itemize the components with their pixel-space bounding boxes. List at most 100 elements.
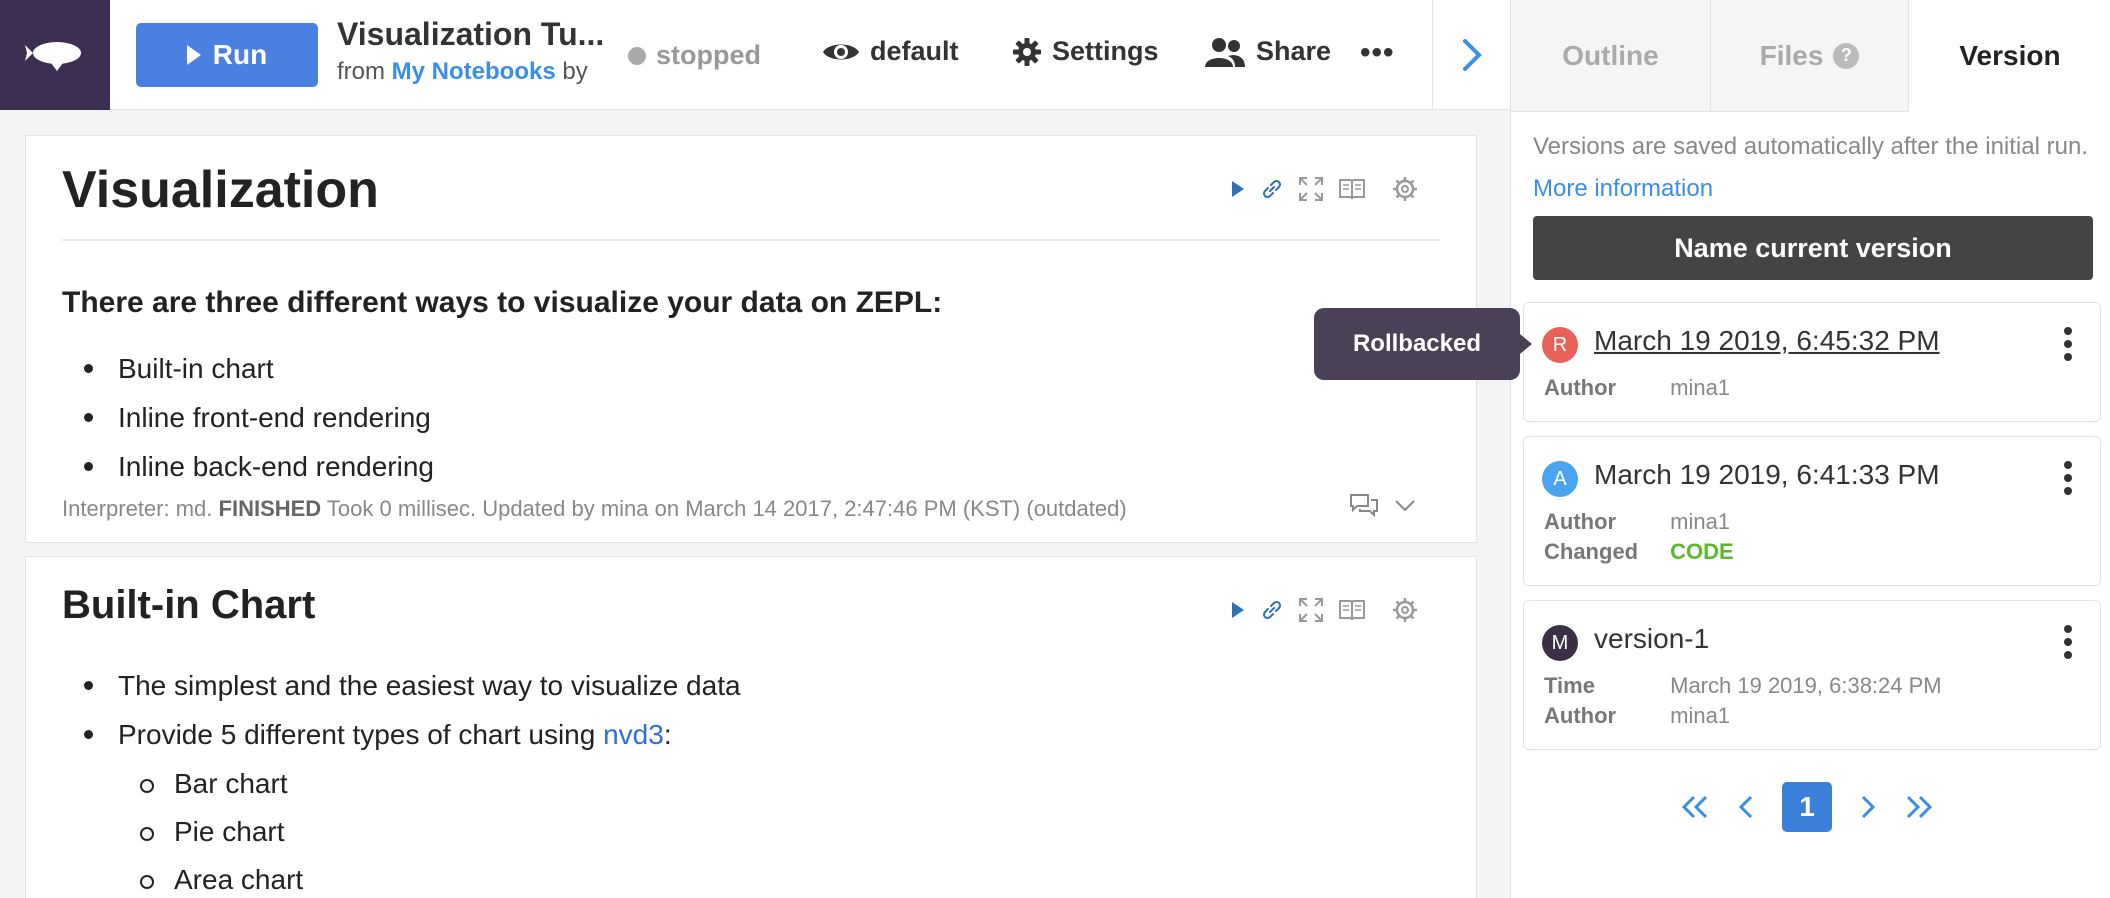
top-toolbar: Run Visualization Tu... from My Notebook…: [0, 0, 1510, 110]
time-label: Time: [1544, 673, 1595, 698]
paragraph-toolbar: [1230, 597, 1418, 623]
list-item: Inline back-end rendering: [62, 442, 434, 491]
list-item: Inline front-end rendering: [62, 393, 434, 442]
version-card[interactable]: M version-1 Time March 19 2019, 6:38:24 …: [1523, 600, 2101, 750]
run-paragraph-icon[interactable]: [1230, 600, 1246, 620]
version-title[interactable]: version-1: [1594, 623, 1709, 655]
view-mode-label: default: [870, 36, 959, 66]
version-card[interactable]: R March 19 2019, 6:45:32 PM Author mina1: [1523, 302, 2101, 422]
tab-version-label: Version: [1959, 40, 2061, 71]
version-pagination: 1: [1680, 782, 1934, 832]
title-divider: [62, 239, 1440, 241]
chevron-down-icon[interactable]: [1394, 499, 1416, 518]
paragraph-settings-icon[interactable]: [1392, 597, 1418, 623]
rollbacked-tooltip: Rollbacked: [1314, 308, 1532, 380]
status-label: stopped: [656, 40, 761, 70]
paragraph-footer: Interpreter: md. FINISHED Took 0 millise…: [62, 496, 1127, 522]
link-icon[interactable]: [1260, 598, 1284, 622]
from-prefix: from: [337, 58, 385, 85]
chart-feature-list: The simplest and the easiest way to visu…: [62, 661, 741, 898]
kebab-menu-icon[interactable]: [2064, 461, 2072, 495]
time-value: March 19 2019, 6:38:24 PM: [1670, 673, 1942, 698]
sub-list-item: Bar chart: [62, 759, 741, 807]
tab-files[interactable]: Files ?: [1711, 0, 1909, 112]
panel-tabs: Outline Files ? Version: [1511, 0, 2110, 112]
tab-files-label: Files: [1759, 39, 1824, 71]
author-value: mina1: [1670, 703, 1731, 728]
current-page-button[interactable]: 1: [1782, 782, 1832, 832]
changed-value: CODE: [1670, 539, 1734, 564]
version-info-text: Versions are saved automatically after t…: [1533, 133, 2088, 160]
help-icon[interactable]: ?: [1833, 42, 1860, 69]
share-label: Share: [1256, 36, 1332, 66]
status-dot-icon: [628, 46, 646, 65]
notebook-title[interactable]: Visualization Tu...: [337, 16, 604, 53]
list-item: Provide 5 different types of chart using…: [62, 710, 741, 759]
tab-outline[interactable]: Outline: [1511, 0, 1711, 112]
version-title[interactable]: March 19 2019, 6:45:32 PM: [1594, 325, 1940, 357]
comment-icon[interactable]: [1348, 492, 1380, 525]
run-status: FINISHED: [218, 496, 322, 521]
avatar: A: [1542, 461, 1578, 497]
version-title[interactable]: March 19 2019, 6:41:33 PM: [1594, 459, 1940, 491]
expand-icon[interactable]: [1298, 597, 1324, 623]
changed-label: Changed: [1544, 539, 1639, 564]
author-label: Author: [1544, 509, 1617, 534]
kebab-menu-icon[interactable]: [2064, 327, 2072, 361]
visualization-list: Built-in chart Inline front-end renderin…: [62, 344, 434, 491]
run-label: Run: [212, 39, 268, 70]
folder-link[interactable]: My Notebooks: [392, 58, 556, 85]
notebook-main: Visualization There are three different …: [0, 110, 1510, 898]
notebook-subtitle: from My Notebooks by: [337, 58, 588, 86]
next-page-icon[interactable]: [1860, 794, 1876, 820]
paragraph-title: Visualization: [62, 161, 379, 219]
first-page-icon[interactable]: [1680, 794, 1710, 820]
zepl-logo[interactable]: [0, 0, 110, 110]
paragraph-built-in-chart: Built-in Chart The simplest and the easi…: [25, 556, 1477, 898]
list-item-text: Provide 5 different types of chart using: [118, 719, 604, 750]
expand-icon[interactable]: [1298, 176, 1324, 202]
footer-actions: [1348, 492, 1416, 525]
paragraph-settings-icon[interactable]: [1392, 176, 1418, 202]
list-item: The simplest and the easiest way to visu…: [62, 661, 741, 710]
list-item-suffix: :: [663, 719, 672, 750]
toggle-panel-button[interactable]: [1432, 0, 1510, 110]
nvd3-link[interactable]: nvd3: [603, 719, 664, 750]
version-card[interactable]: A March 19 2019, 6:41:33 PM Author mina1…: [1523, 436, 2101, 586]
tab-version[interactable]: Version: [1909, 0, 2110, 112]
list-item: Built-in chart: [62, 344, 434, 393]
last-page-icon[interactable]: [1904, 794, 1934, 820]
settings-button[interactable]: Settings: [1012, 36, 1159, 67]
more-information-link[interactable]: More information: [1533, 175, 1713, 202]
tab-outline-label: Outline: [1562, 39, 1659, 71]
version-author-row: Author mina1: [1544, 509, 1730, 535]
blimp-icon: [25, 42, 81, 71]
chevron-right-icon: [1462, 39, 1482, 71]
paragraph-title: Built-in Chart: [62, 583, 316, 627]
avatar: M: [1542, 625, 1578, 661]
run-button[interactable]: Run: [136, 23, 318, 87]
share-button[interactable]: Share: [1204, 36, 1331, 67]
right-side-panel: Outline Files ? Version Versions are sav…: [1510, 0, 2110, 898]
view-mode-button[interactable]: default: [822, 36, 959, 67]
book-icon[interactable]: [1338, 177, 1366, 201]
version-changed-row: Changed CODE: [1544, 539, 1734, 565]
more-options-icon[interactable]: •••: [1360, 36, 1395, 70]
paragraph-toolbar: [1230, 176, 1418, 202]
paragraph-visualization: Visualization There are three different …: [25, 135, 1477, 543]
prev-page-icon[interactable]: [1738, 794, 1754, 820]
name-current-version-button[interactable]: Name current version: [1533, 216, 2093, 280]
version-author-row: Author mina1: [1544, 375, 1730, 401]
link-icon[interactable]: [1260, 177, 1284, 201]
version-time-row: Time March 19 2019, 6:38:24 PM: [1544, 673, 1942, 699]
version-author-row: Author mina1: [1544, 703, 1730, 729]
play-icon: [186, 45, 201, 65]
author-value: mina1: [1670, 509, 1731, 534]
author-value: mina1: [1670, 375, 1731, 400]
run-paragraph-icon[interactable]: [1230, 179, 1246, 199]
book-icon[interactable]: [1338, 598, 1366, 622]
settings-label: Settings: [1052, 36, 1159, 66]
author-label: Author: [1544, 703, 1617, 728]
kebab-menu-icon[interactable]: [2064, 625, 2072, 659]
interpreter-status: stopped: [628, 40, 761, 71]
